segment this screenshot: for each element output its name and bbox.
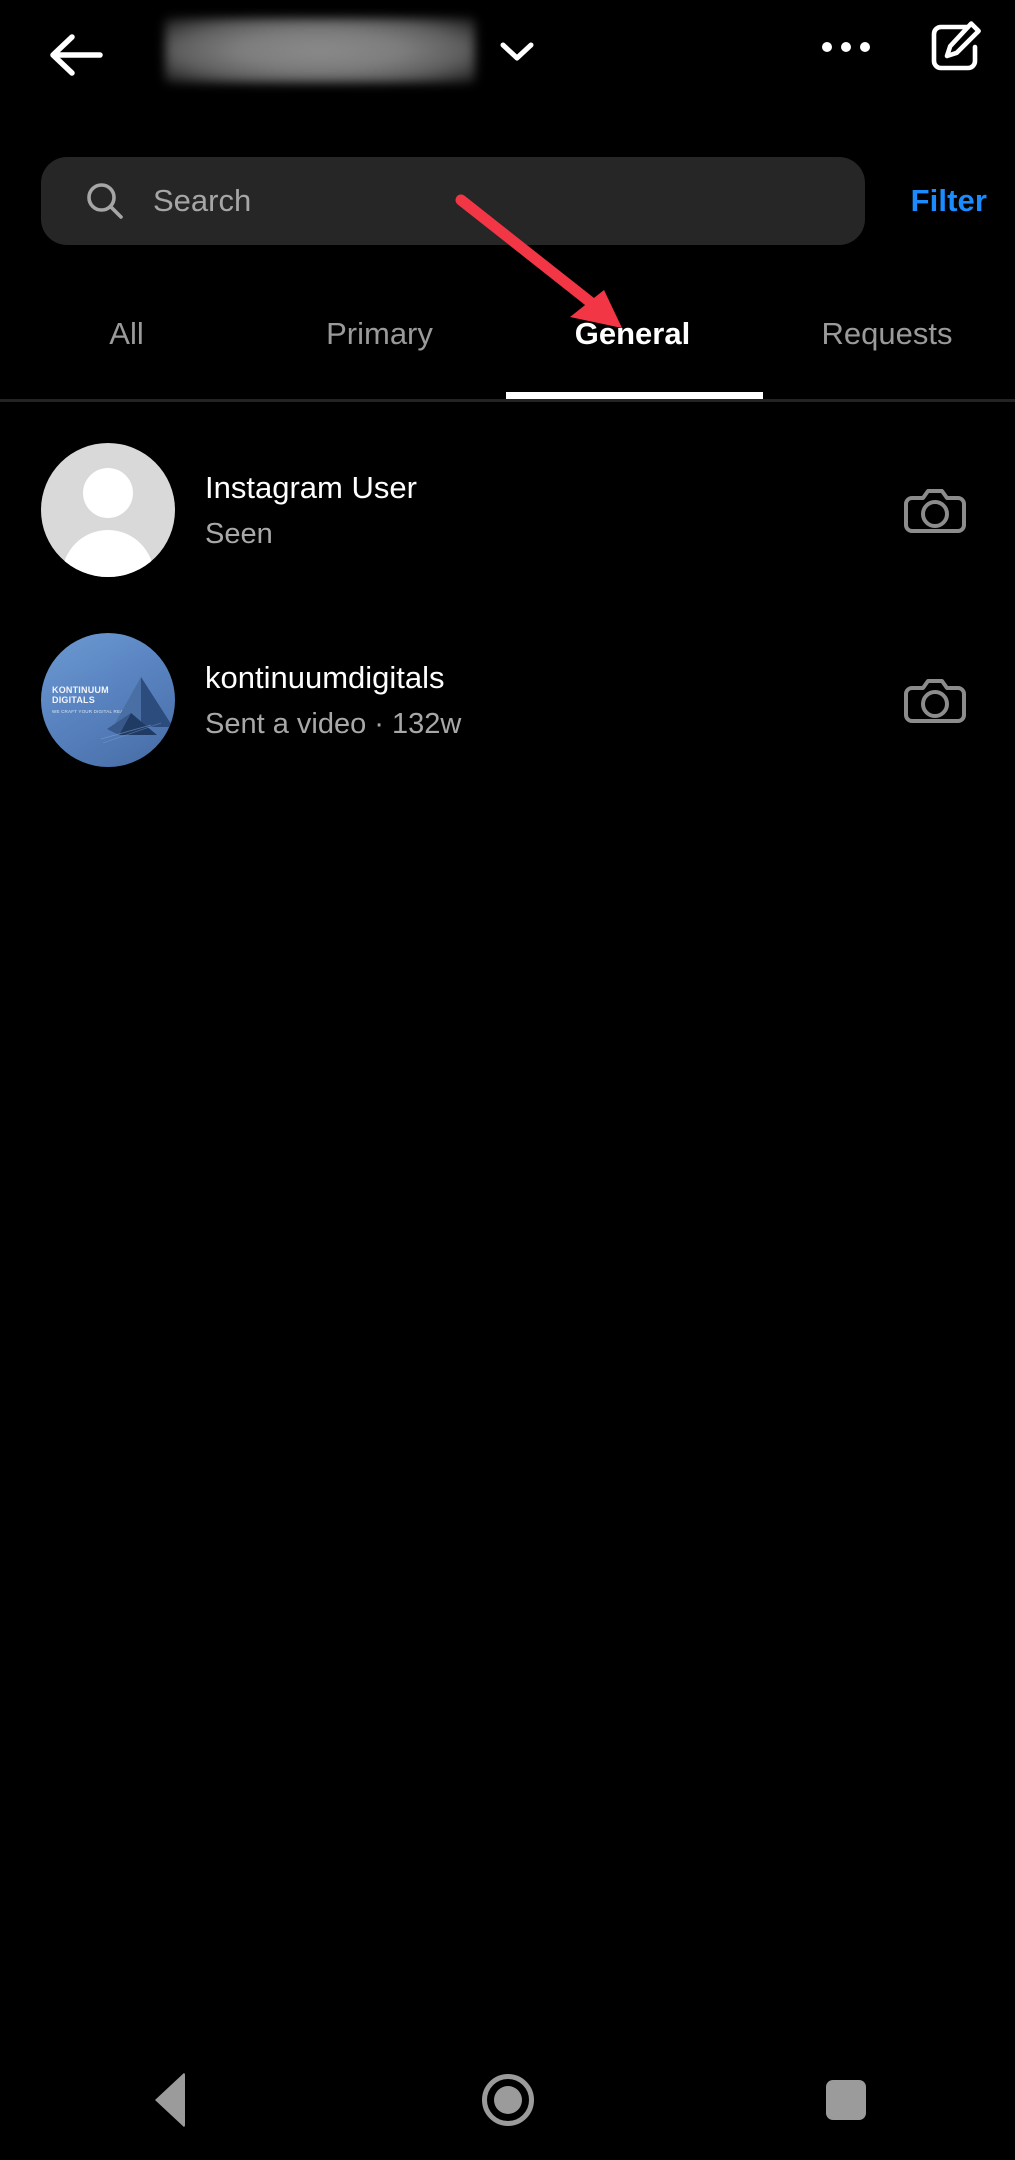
more-options-button[interactable]	[813, 14, 879, 80]
android-back-button[interactable]	[1, 2040, 339, 2160]
search-input[interactable]	[153, 183, 865, 219]
search-row: Filter	[0, 157, 1015, 249]
compose-message-button[interactable]	[923, 14, 989, 80]
back-arrow-icon	[50, 34, 103, 76]
compose-message-icon	[931, 21, 981, 71]
camera-icon	[904, 489, 966, 533]
tab-all[interactable]: All	[0, 300, 253, 402]
chevron-down-icon[interactable]	[497, 31, 537, 71]
tab-general[interactable]: General	[506, 300, 759, 402]
conversation-row[interactable]: KONTINUUM DIGITALS WE CRAFT YOUR DIGITAL…	[0, 605, 1015, 795]
active-tab-indicator	[506, 392, 763, 399]
conversation-row[interactable]: Instagram User Seen	[0, 415, 1015, 605]
android-recents-button[interactable]	[677, 2040, 1015, 2160]
tab-requests[interactable]: Requests	[759, 300, 1015, 402]
camera-button[interactable]	[899, 474, 971, 546]
conversation-preview: Sent a video · 132w	[205, 708, 462, 740]
account-switcher[interactable]	[165, 18, 537, 83]
search-icon	[83, 179, 127, 223]
android-navigation-bar	[0, 2040, 1015, 2160]
app-header	[0, 0, 1015, 108]
header-actions	[813, 14, 989, 80]
avatar-body-shape	[62, 530, 154, 577]
conversation-preview: Seen	[205, 518, 273, 550]
conversation-text: Instagram User Seen	[205, 468, 899, 552]
android-home-button[interactable]	[339, 2040, 677, 2160]
avatar-brand-line2: DIGITALS	[52, 695, 95, 705]
avatar[interactable]	[41, 443, 175, 577]
back-button[interactable]	[30, 20, 120, 90]
camera-button[interactable]	[899, 664, 971, 736]
android-back-icon	[154, 2072, 185, 2128]
android-home-icon	[481, 2074, 534, 2126]
avatar-pyramid-logo	[101, 677, 173, 743]
avatar-head-shape	[83, 468, 133, 518]
search-box[interactable]	[41, 157, 865, 245]
conversation-list: Instagram User Seen KONTINUUM DIGITALS W…	[0, 415, 1015, 795]
tabs-divider	[0, 399, 1015, 402]
camera-icon	[904, 679, 966, 723]
android-recents-icon	[825, 2080, 866, 2120]
conversation-name: Instagram User	[205, 470, 417, 505]
more-options-icon-dot	[860, 42, 870, 52]
conversation-name: kontinuumdigitals	[205, 660, 445, 695]
tab-primary[interactable]: Primary	[253, 300, 506, 402]
more-options-icon-dot	[822, 42, 832, 52]
filter-button[interactable]: Filter	[911, 183, 987, 219]
conversation-text: kontinuumdigitals Sent a video · 132w	[205, 658, 899, 742]
avatar[interactable]: KONTINUUM DIGITALS WE CRAFT YOUR DIGITAL…	[41, 633, 175, 767]
more-options-icon-dot	[841, 42, 851, 52]
inbox-tabs: All Primary General Requests	[0, 300, 1015, 402]
instagram-direct-inbox-screen: Filter All Primary General Requests Inst…	[0, 0, 1015, 2160]
